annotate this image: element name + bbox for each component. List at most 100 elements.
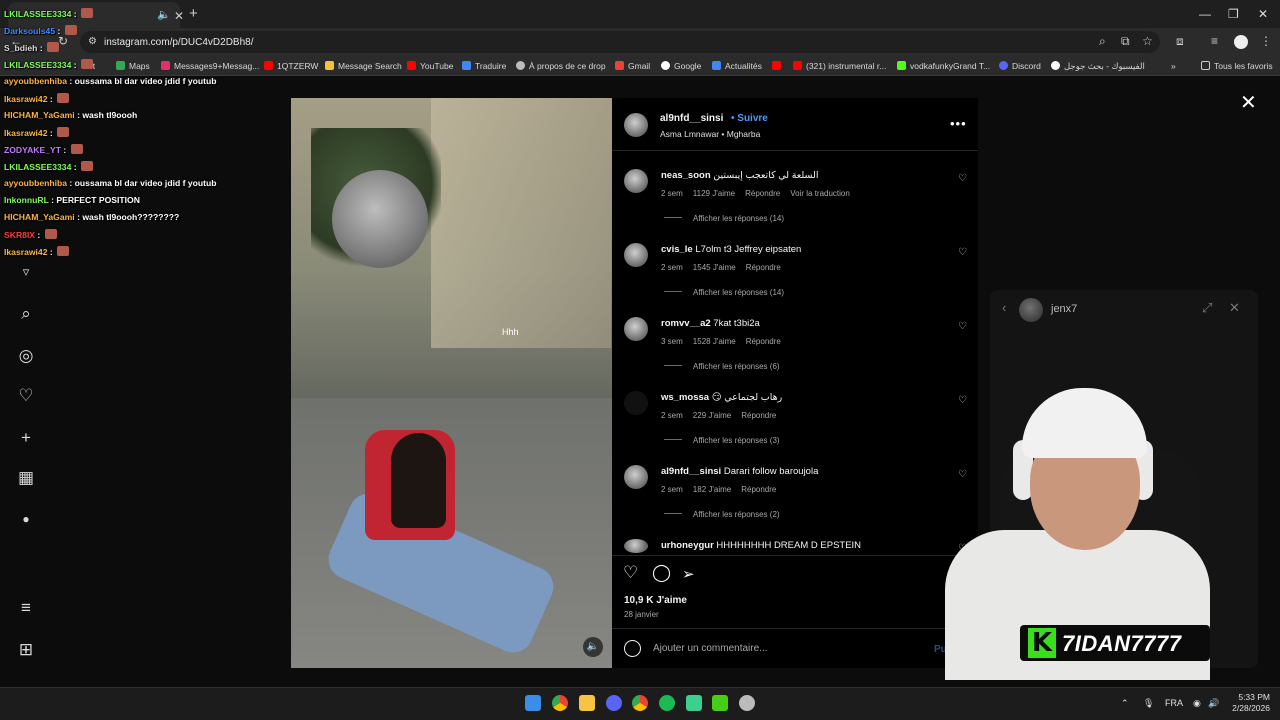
bookmark-youtube[interactable]: YouTube	[407, 61, 453, 71]
bookmark-message-search[interactable]: Message Search	[325, 61, 402, 71]
apps-icon[interactable]: ⊞	[16, 640, 36, 660]
chevron-right-icon[interactable]: »	[1171, 61, 1176, 71]
comment-like-icon[interactable]: ♡	[958, 247, 967, 258]
bookmark-1qtzerw[interactable]: 1QTZERW	[264, 61, 318, 71]
app-icon[interactable]	[686, 695, 702, 711]
back-chevron-icon[interactable]: ‹	[1002, 300, 1006, 315]
comment-username[interactable]: neas_soon	[661, 170, 711, 181]
language-indicator[interactable]: FRA	[1165, 698, 1183, 708]
comment-likes[interactable]: 1129 J'aime	[693, 189, 735, 198]
comment-like-icon[interactable]: ♡	[958, 321, 967, 332]
bookmark-facebook-search[interactable]: الفيسبوك - بحث جوجل	[1051, 61, 1145, 72]
volume-icon[interactable]: 🔈	[583, 637, 603, 657]
reading-list-icon[interactable]: ≡	[1211, 34, 1218, 48]
wifi-icon[interactable]: ◉	[1193, 698, 1201, 709]
comment-likes[interactable]: 1528 J'aime	[693, 337, 736, 346]
likes-count[interactable]: 10,9 K J'aime	[624, 595, 687, 606]
restore-button[interactable]: ❐	[1228, 7, 1239, 21]
comment-username[interactable]: ws_mossa	[661, 392, 709, 403]
audio-subtitle[interactable]: Asma Lmnawar • Mgharba	[660, 129, 760, 139]
mini-username[interactable]: jenx7	[1051, 303, 1077, 315]
reply-button[interactable]: Répondre	[746, 337, 781, 346]
reply-button[interactable]: Répondre	[746, 263, 781, 272]
comment-icon[interactable]: ◯	[652, 563, 671, 583]
bookmark-actualites[interactable]: Actualités	[712, 61, 762, 71]
share-icon[interactable]: ➢	[682, 565, 695, 583]
show-replies-button[interactable]: Afficher les réponses (6)	[664, 362, 780, 371]
extensions-icon[interactable]: ⧈	[1176, 34, 1184, 49]
reply-button[interactable]: Répondre	[741, 411, 776, 420]
reply-button[interactable]: Répondre	[741, 485, 776, 494]
bookmark-all[interactable]: Tous les favoris	[1201, 61, 1273, 71]
microphone-icon[interactable]: 🎙	[1143, 698, 1154, 709]
reply-button[interactable]: Répondre	[745, 189, 780, 198]
close-window-button[interactable]: ✕	[1258, 7, 1268, 21]
minimize-button[interactable]: —	[1199, 7, 1211, 21]
menu-icon[interactable]: ⋮	[1260, 34, 1272, 48]
comment-username[interactable]: al9nfd__sinsi	[661, 466, 721, 477]
create-icon[interactable]: +	[16, 428, 36, 448]
profile-icon[interactable]: ●	[16, 509, 36, 529]
spotify-icon[interactable]	[659, 695, 675, 711]
comment-avatar[interactable]	[624, 169, 648, 193]
windows-start-icon[interactable]	[525, 695, 541, 711]
volume-tray-icon[interactable]: 🔊	[1208, 698, 1219, 709]
comment-avatar[interactable]	[624, 317, 648, 341]
emoji-icon[interactable]	[624, 640, 641, 657]
show-replies-button[interactable]: Afficher les réponses (3)	[664, 436, 780, 445]
profile-avatar-icon[interactable]	[1234, 35, 1248, 49]
comment-like-icon[interactable]: ♡	[958, 469, 967, 480]
more-options-icon[interactable]: •••	[950, 116, 967, 131]
author-username[interactable]: al9nfd__sinsi	[660, 113, 723, 124]
bookmark-traduire[interactable]: Traduire	[462, 61, 506, 71]
bookmark-gmail[interactable]: Gmail	[615, 61, 650, 71]
bookmark-star-icon[interactable]: ☆	[1142, 34, 1153, 48]
chrome-profile-icon[interactable]	[632, 695, 648, 711]
show-replies-button[interactable]: Afficher les réponses (2)	[664, 510, 780, 519]
bookmark-apropos[interactable]: À propos de ce drop	[516, 61, 606, 71]
search-icon[interactable]: ⌕	[16, 304, 36, 324]
bookmark-instrumental[interactable]: (321) instrumental r...	[793, 61, 886, 71]
show-replies-button[interactable]: Afficher les réponses (14)	[664, 214, 784, 223]
kick-app-icon[interactable]	[712, 695, 728, 711]
bookmark-maps[interactable]: Maps	[116, 61, 150, 71]
comment-username[interactable]: urhoneygur	[661, 540, 714, 551]
tray-chevron-icon[interactable]: ⌃	[1121, 698, 1129, 709]
comment-avatar[interactable]	[624, 243, 648, 267]
bookmark-messages[interactable]: Messages9+Messag...	[161, 61, 259, 71]
url-text[interactable]: instagram.com/p/DUC4vD2DBh8/	[104, 37, 254, 48]
comment-avatar[interactable]	[624, 391, 648, 415]
close-tab-icon[interactable]: ✕	[174, 9, 184, 23]
reload-icon[interactable]: ↻	[58, 34, 68, 48]
show-replies-button[interactable]: Afficher les réponses (14)	[664, 288, 784, 297]
comment-likes[interactable]: 1545 J'aime	[693, 263, 736, 272]
more-menu-icon[interactable]: ≡	[16, 598, 36, 618]
comment-username[interactable]: cvis_le	[661, 244, 693, 255]
bookmark-discord[interactable]: Discord	[999, 61, 1041, 71]
bookmark-google[interactable]: Google	[661, 61, 701, 71]
author-avatar[interactable]	[624, 113, 648, 137]
bookmark-youtube-icon-only[interactable]	[772, 61, 785, 71]
comment-username[interactable]: romvv__a2	[661, 318, 711, 329]
discord-icon[interactable]	[606, 695, 622, 711]
speaker-icon[interactable]: 🔈	[157, 8, 171, 21]
comment-input[interactable]: Ajouter un commentaire...	[653, 643, 768, 654]
heart-icon[interactable]: ♡	[16, 386, 36, 406]
explore-icon[interactable]: ◎	[16, 346, 36, 366]
notification-badge[interactable]: ▿	[16, 262, 36, 282]
bookmark-kick[interactable]: vodkafunkyGrand T...	[897, 61, 990, 71]
close-modal-icon[interactable]: ✕	[1240, 90, 1257, 115]
comment-likes[interactable]: 182 J'aime	[693, 485, 731, 494]
translate-button[interactable]: Voir la traduction	[790, 189, 850, 198]
post-video[interactable]: Hhh 🔈	[291, 98, 612, 668]
comment-like-icon[interactable]: ♡	[958, 395, 967, 406]
obs-icon[interactable]	[739, 695, 755, 711]
close-mini-icon[interactable]: ✕	[1229, 300, 1240, 316]
chrome-icon[interactable]	[552, 695, 568, 711]
comment-avatar[interactable]	[624, 539, 648, 553]
like-icon[interactable]: ♡	[623, 563, 638, 583]
clock[interactable]: 5:33 PM 2/28/2026	[1228, 692, 1270, 714]
new-tab-button[interactable]: +	[189, 5, 198, 22]
comment-avatar[interactable]	[624, 465, 648, 489]
comment-likes[interactable]: 229 J'aime	[693, 411, 731, 420]
